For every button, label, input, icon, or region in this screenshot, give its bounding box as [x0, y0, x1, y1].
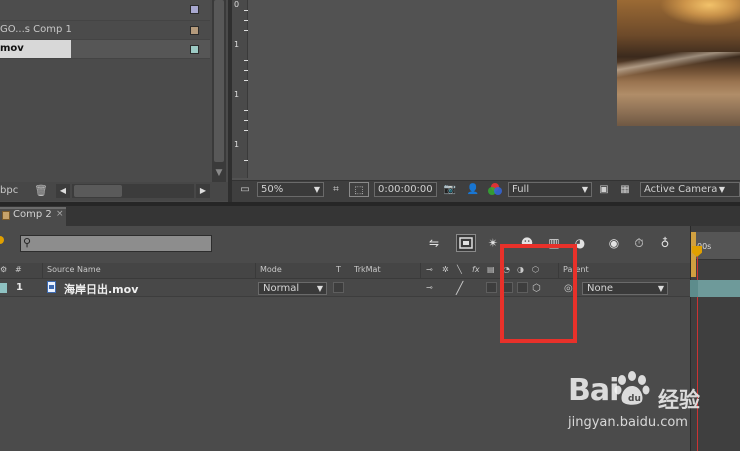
collapse-switch-icon[interactable]: ✲: [442, 265, 449, 274]
ruler-tick: [244, 110, 248, 111]
graph-editor-icon[interactable]: ♁: [655, 234, 675, 252]
chevron-down-icon: ▼: [581, 185, 588, 194]
parent-value: None: [587, 283, 614, 294]
comp-mini-flowchart-icon[interactable]: ⇋: [420, 234, 448, 252]
shy-switch-icon[interactable]: ⊸: [426, 283, 433, 292]
ruler-tick: [244, 130, 248, 131]
baidu-logo-text: Bai: [568, 373, 619, 408]
watermark-url: jingyan.baidu.com: [568, 415, 688, 430]
auto-keyframe-icon[interactable]: ◉: [604, 234, 624, 252]
scroll-right-arrow-icon[interactable]: ▶: [196, 184, 210, 198]
project-item-name: GO...s Comp 1: [0, 24, 72, 35]
ruler-tick: [244, 60, 248, 61]
ruler-number: 0: [234, 0, 240, 9]
current-time-display[interactable]: 0:00:00:00: [374, 182, 437, 197]
vertical-ruler: [232, 0, 248, 178]
blend-mode-value: Normal: [263, 283, 300, 294]
resolution-dropdown[interactable]: Full ▼: [508, 182, 592, 197]
blend-mode-dropdown[interactable]: Normal ▼: [258, 282, 327, 295]
ruler-tick: [244, 30, 248, 31]
footage-wave-foam: [617, 52, 740, 82]
project-item[interactable]: [0, 0, 210, 21]
view-dropdown[interactable]: Active Camera ▼: [640, 182, 740, 197]
effect-switch-icon[interactable]: fx: [472, 265, 480, 274]
column-header-number[interactable]: #: [15, 265, 22, 274]
scrollbar-thumb[interactable]: [74, 185, 122, 197]
magnification-value: 50%: [261, 184, 284, 195]
color-channels-icon[interactable]: [486, 182, 504, 197]
transparency-grid-icon[interactable]: ▦: [617, 182, 633, 197]
ruler-tick: [244, 70, 248, 71]
resolution-value: Full: [512, 184, 530, 195]
column-separator[interactable]: [255, 263, 256, 279]
ruler-tick: [244, 20, 248, 21]
quality-switch-icon[interactable]: ╱: [456, 281, 463, 295]
ruler-number: 1: [234, 90, 240, 99]
chevron-down-icon: ▼: [657, 284, 664, 293]
frame-blend-switch-icon[interactable]: ▤: [487, 265, 495, 274]
baidu-paw-icon: du: [614, 371, 650, 405]
ruler-number: 1: [234, 40, 240, 49]
magnification-dropdown[interactable]: 50% ▼: [257, 182, 324, 197]
svg-text:du: du: [628, 394, 641, 404]
stopwatch-icon[interactable]: ⏱: [630, 234, 648, 252]
always-preview-icon[interactable]: ▭: [236, 182, 254, 197]
chevron-down-icon: ▼: [316, 284, 323, 293]
ruler-tick: [244, 160, 248, 161]
timeline-tab-bar: [0, 206, 740, 226]
column-separator[interactable]: [420, 263, 421, 279]
project-item-selected[interactable]: mov: [0, 40, 210, 59]
draft-3d-icon[interactable]: [456, 234, 476, 252]
project-item[interactable]: GO...s Comp 1: [0, 21, 210, 40]
label-color-swatch[interactable]: [190, 45, 199, 54]
composition-icon: [2, 211, 10, 220]
quality-switch-icon[interactable]: ╲: [457, 265, 462, 274]
search-icon: ⚲: [23, 236, 32, 249]
tab-label: Comp 2: [13, 209, 52, 220]
layer-duration-bar[interactable]: [698, 280, 740, 297]
scroll-down-arrow-icon[interactable]: ▼: [212, 166, 226, 180]
safe-margins-icon[interactable]: ⌗: [327, 182, 345, 197]
timecode-value: 0:00:00:00: [378, 184, 433, 195]
region-of-interest-icon[interactable]: ▣: [596, 182, 612, 197]
layer-source-name[interactable]: 海岸日出.mov: [64, 281, 138, 297]
column-header-preserve-transparency[interactable]: T: [336, 265, 341, 274]
footage-file-icon: [47, 281, 56, 293]
view-value: Active Camera: [644, 184, 718, 195]
chevron-down-icon: ▼: [313, 185, 320, 194]
column-header-mode[interactable]: Mode: [260, 265, 282, 274]
scrollbar-thumb[interactable]: [214, 0, 224, 162]
label-color-swatch[interactable]: [190, 5, 199, 14]
trash-icon[interactable]: 🗑: [34, 184, 48, 197]
chevron-down-icon: ▼: [718, 185, 725, 194]
ruler-number: 1: [234, 140, 240, 149]
draft-3d-glyph: [459, 237, 473, 249]
shy-switch-icon[interactable]: ⊸: [426, 265, 433, 274]
layer-label-color[interactable]: [0, 283, 7, 293]
highlight-box: [500, 244, 577, 343]
layer-duration-bar-in-point[interactable]: [690, 280, 698, 297]
frame-blend-checkbox[interactable]: [486, 282, 497, 293]
rgb-circles-icon: [488, 183, 502, 195]
label-color-swatch[interactable]: [190, 26, 199, 35]
camera-snapshot-icon[interactable]: 📷: [442, 182, 458, 197]
ruler-tick: [244, 10, 248, 11]
close-icon[interactable]: ×: [56, 209, 64, 219]
toggle-mask-icon[interactable]: ⬚: [349, 182, 369, 197]
layer-search-input[interactable]: [20, 235, 212, 252]
ruler-tick: [244, 120, 248, 121]
bpc-button[interactable]: bpc: [0, 185, 18, 196]
baidu-jingyan-text: 经验: [658, 388, 700, 412]
show-snapshot-icon[interactable]: 👤: [465, 182, 481, 197]
layer-number: 1: [16, 282, 23, 293]
scroll-left-arrow-icon[interactable]: ◀: [56, 184, 70, 198]
preserve-transparency-checkbox[interactable]: [333, 282, 344, 293]
project-item-name: mov: [0, 43, 24, 54]
column-header-trkmat[interactable]: TrkMat: [354, 265, 381, 274]
column-separator[interactable]: [42, 263, 43, 279]
parent-dropdown[interactable]: None ▼: [582, 282, 668, 295]
column-header-source-name[interactable]: Source Name: [47, 265, 101, 274]
label-column-icon[interactable]: ⚙: [0, 265, 7, 274]
ruler-tick: [244, 80, 248, 81]
